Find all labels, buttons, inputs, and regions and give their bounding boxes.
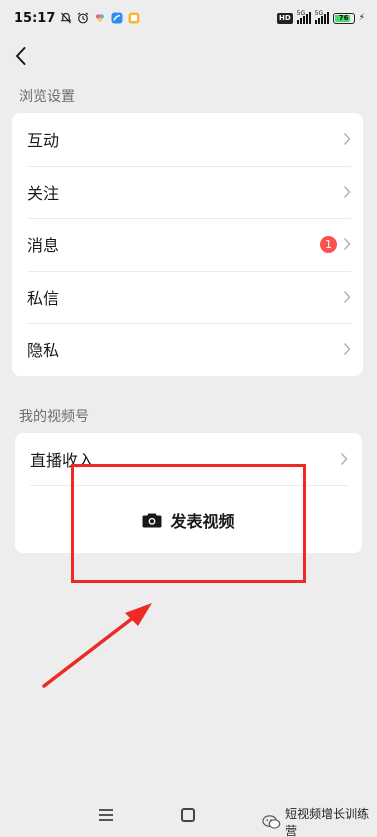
system-nav-bar: 短视频增长训练营 xyxy=(0,795,377,837)
watermark: 短视频增长训练营 xyxy=(262,805,377,837)
wechat-logo-icon xyxy=(262,815,281,829)
watermark-text: 短视频增长训练营 xyxy=(285,807,370,837)
annotation-arrow xyxy=(42,603,152,688)
square-home-icon[interactable] xyxy=(181,808,195,822)
menu-lines-icon[interactable] xyxy=(98,808,114,822)
